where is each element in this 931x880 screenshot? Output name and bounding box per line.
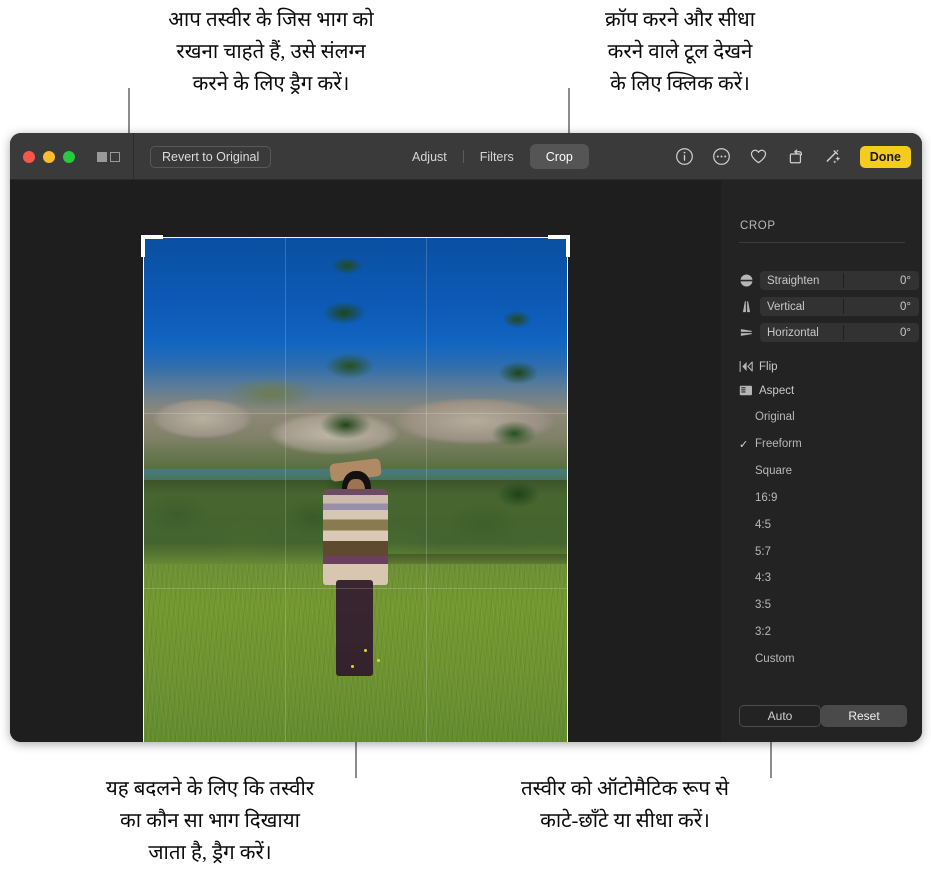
aspect-option-custom[interactable]: Custom [739,651,909,667]
aspect-option-4-5[interactable]: 4:5 [739,517,909,533]
close-window-icon[interactable] [23,150,35,163]
slider-straighten-track[interactable]: Straighten 0° [760,271,919,290]
flip-label: Flip [759,360,778,373]
traffic-light-group [10,150,75,163]
aspect-option-16-9[interactable]: 16:9 [739,490,909,506]
photo-person-pants [335,579,374,677]
slider-vertical-track[interactable]: Vertical 0° [760,297,919,316]
annotated-screenshot: आप तस्वीर के जिस भाग को रखना चाहते हैं, … [0,0,931,880]
crop-panel: CROP Straighten 0° Vertical 0° Horizonta… [721,180,922,742]
callout-bottom-left: यह बदलने के लिए कि तस्वीर का कौन सा भाग … [105,778,315,864]
slider-straighten-thumb[interactable] [842,273,844,288]
aspect-option-label: 4:3 [755,572,771,584]
flip-icon [739,361,753,372]
aspect-option-label: 5:7 [755,546,771,558]
aspect-option-label: 3:2 [755,626,771,638]
editor-mode-tabs: Adjust Filters Crop [396,144,589,169]
aspect-option-label: 4:5 [755,519,771,531]
slider-vertical-value: 0° [900,300,911,313]
callout-top-left: आप तस्वीर के जिस भाग को रखना चाहते हैं, … [168,9,374,95]
slider-straighten-value: 0° [900,274,911,287]
crop-handle-top-right[interactable] [566,235,570,257]
aspect-option-3-2[interactable]: 3:2 [739,624,909,640]
sidebar-outline-square-icon [110,151,120,162]
crop-handle-top-left[interactable] [141,235,145,257]
aspect-option-5-7[interactable]: 5:7 [739,544,909,560]
aspect-option-square[interactable]: Square [739,463,909,479]
slider-horizontal[interactable]: Horizontal 0° [739,323,919,342]
rotate-icon[interactable] [786,147,805,166]
slider-horizontal-value: 0° [900,326,911,339]
aspect-option-freeform[interactable]: ✓ Freeform [739,436,909,452]
photo-wildflower [351,664,355,668]
favorite-heart-icon[interactable] [749,147,768,166]
fullscreen-window-icon[interactable] [63,150,75,163]
photo-person [313,448,398,701]
tab-filters[interactable]: Filters [464,144,530,169]
more-options-icon[interactable] [712,147,731,166]
reset-button[interactable]: Reset [821,705,907,727]
slider-vertical-label: Vertical [767,300,805,313]
callout-bottom-right: तस्वीर को ऑटोमैटिक रूप से काटे-छाँटे या … [521,778,729,832]
slider-vertical[interactable]: Vertical 0° [739,297,919,316]
titlebar-actions: Done [675,133,911,180]
titlebar-divider [133,133,134,180]
photo-right-pine-tree [483,300,551,544]
callout-top-right: क्रॉप करने और सीधा करने वाले टूल देखने क… [604,9,756,95]
horizontal-perspective-icon [740,329,753,336]
sidebar-toggle-icon[interactable] [97,151,120,162]
tab-crop[interactable]: Crop [529,144,589,169]
photos-editor-window: Revert to Original Adjust Filters Crop D… [10,133,922,742]
tab-adjust[interactable]: Adjust [396,144,463,169]
auto-button[interactable]: Auto [739,705,821,727]
slider-straighten[interactable]: Straighten 0° [739,271,919,290]
photo-image[interactable] [143,237,568,742]
aspect-option-label: Freeform [755,438,802,450]
aspect-option-label: 3:5 [755,599,771,611]
photo-canvas [10,180,721,742]
panel-divider [739,242,905,243]
slider-horizontal-track[interactable]: Horizontal 0° [760,323,919,342]
slider-straighten-label: Straighten [767,274,820,287]
done-button[interactable]: Done [859,145,911,168]
aspect-checkmark: ✓ [739,438,749,451]
info-icon[interactable] [675,147,694,166]
aspect-option-label: Custom [755,653,795,665]
vertical-perspective-icon [742,300,751,313]
panel-title: CROP [740,220,776,232]
aspect-option-4-3[interactable]: 4:3 [739,570,909,586]
slider-horizontal-thumb[interactable] [842,325,844,340]
aspect-option-3-5[interactable]: 3:5 [739,597,909,613]
aspect-option-label: Square [755,465,793,477]
window-titlebar: Revert to Original Adjust Filters Crop D… [10,133,922,180]
slider-vertical-thumb[interactable] [842,299,844,314]
aspect-option-label: Original [755,411,795,423]
slider-horizontal-label: Horizontal [767,326,819,339]
straighten-icon [739,274,754,287]
aspect-label: Aspect [759,384,795,397]
minimize-window-icon[interactable] [43,150,55,163]
revert-to-original-button[interactable]: Revert to Original [150,145,272,168]
aspect-option-label: 16:9 [755,492,778,504]
auto-enhance-icon[interactable] [823,147,842,166]
photo-wildflower [364,648,367,652]
aspect-icon [739,385,752,396]
photo-person-striped-sweater [323,488,388,586]
sidebar-filled-square-icon [97,151,107,162]
flip-menu-item[interactable]: Flip [739,358,778,375]
aspect-menu-item[interactable]: Aspect [739,382,794,399]
aspect-option-original[interactable]: Original [739,409,909,425]
